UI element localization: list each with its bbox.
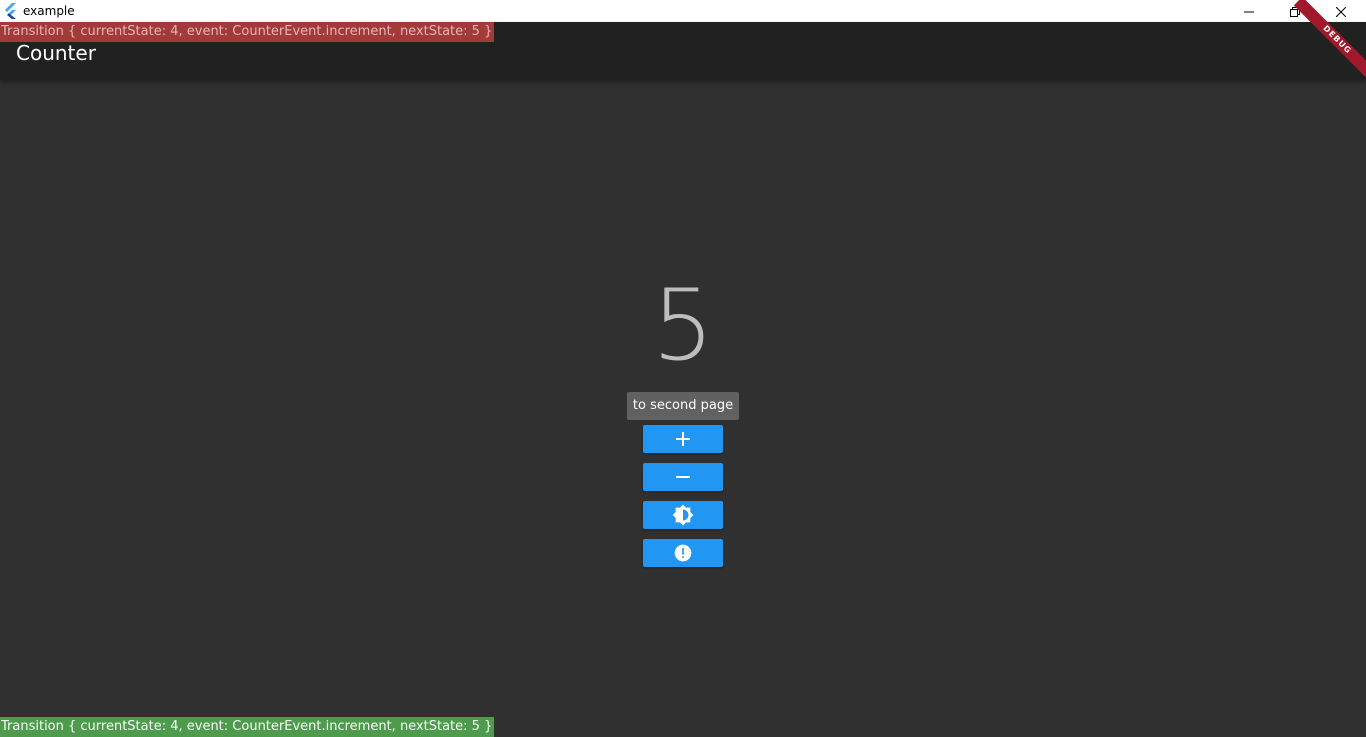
window-title-bar: example — [0, 0, 1366, 22]
error-button[interactable] — [643, 539, 723, 567]
theme-toggle-button[interactable] — [643, 501, 723, 529]
transition-banner-bottom: Transition { currentState: 4, event: Cou… — [0, 717, 495, 737]
page-title: Counter — [16, 41, 96, 65]
remove-icon — [676, 470, 690, 484]
decrement-button[interactable] — [643, 463, 723, 491]
app-window: example Counter DEBUG Transition {curre… — [0, 0, 1366, 737]
tooltip: to second page — [627, 392, 739, 420]
add-icon — [676, 432, 690, 446]
transition-banner-top: Transition { currentState: 4, event: Cou… — [0, 22, 495, 42]
increment-button[interactable] — [643, 425, 723, 453]
counter-value: 5 — [651, 269, 715, 383]
minimize-icon — [1244, 2, 1254, 21]
close-icon — [1335, 2, 1347, 21]
minimize-button[interactable] — [1226, 0, 1272, 22]
flutter-logo-icon — [4, 3, 18, 19]
brightness-icon — [672, 504, 694, 526]
error-icon — [673, 543, 693, 563]
window-title: example — [23, 4, 75, 18]
